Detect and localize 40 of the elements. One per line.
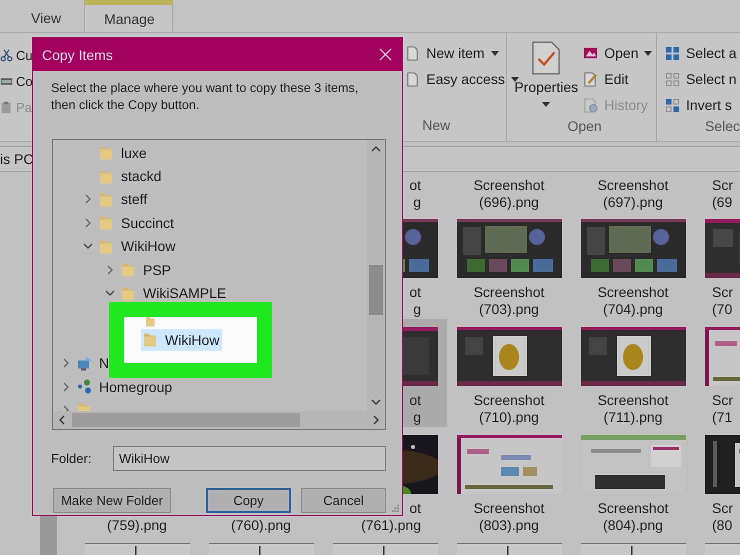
file-name: Screenshot [474,392,544,408]
file-name: Screenshot [474,500,544,516]
file-name: Screenshot [598,500,668,516]
group-label: Selec [704,118,740,136]
file-name: (696).png [479,194,539,210]
file-name: (803).png [479,517,539,533]
file-name: (80 [712,517,732,533]
group-label: New [421,117,452,135]
file-name: (760).png [231,517,291,533]
file-name: ot [409,500,421,516]
file-name: Screenshot [598,176,668,192]
file-name: (703).png [479,301,539,317]
file-name: (710).png [479,409,539,425]
instruction-text: Select the place where you want to copy these 3 items, then click the Copy button. [51,80,360,114]
file-name: (759).png [107,517,167,533]
file-name: Scr [712,392,733,408]
group-label: Open [566,118,603,136]
file-name: (70 [712,301,732,317]
folder-label: Folder: [51,451,92,466]
file-name: Screenshot [598,392,668,408]
file-name: (804).png [603,517,663,533]
file-name: (69 [712,194,732,210]
file-name: ot [409,176,421,192]
file-name: (761).png [361,517,421,533]
file-name: Screenshot [474,176,544,192]
file-name: (697).png [603,194,663,210]
file-name: (711).png [604,409,662,425]
file-name: Scr [712,500,733,516]
file-name: (71 [712,409,732,425]
file-name: ot [409,284,421,300]
file-name: g [413,409,421,425]
file-name: g [413,194,421,210]
file-name: Scr [712,176,733,192]
file-name: Screenshot [598,284,668,300]
file-name: g [413,301,421,317]
file-name: Scr [712,284,733,300]
file-name: ot [409,392,421,408]
file-name: (704).png [603,301,663,317]
dialog-title: Copy Items [42,46,113,62]
file-name: Screenshot [474,284,544,300]
